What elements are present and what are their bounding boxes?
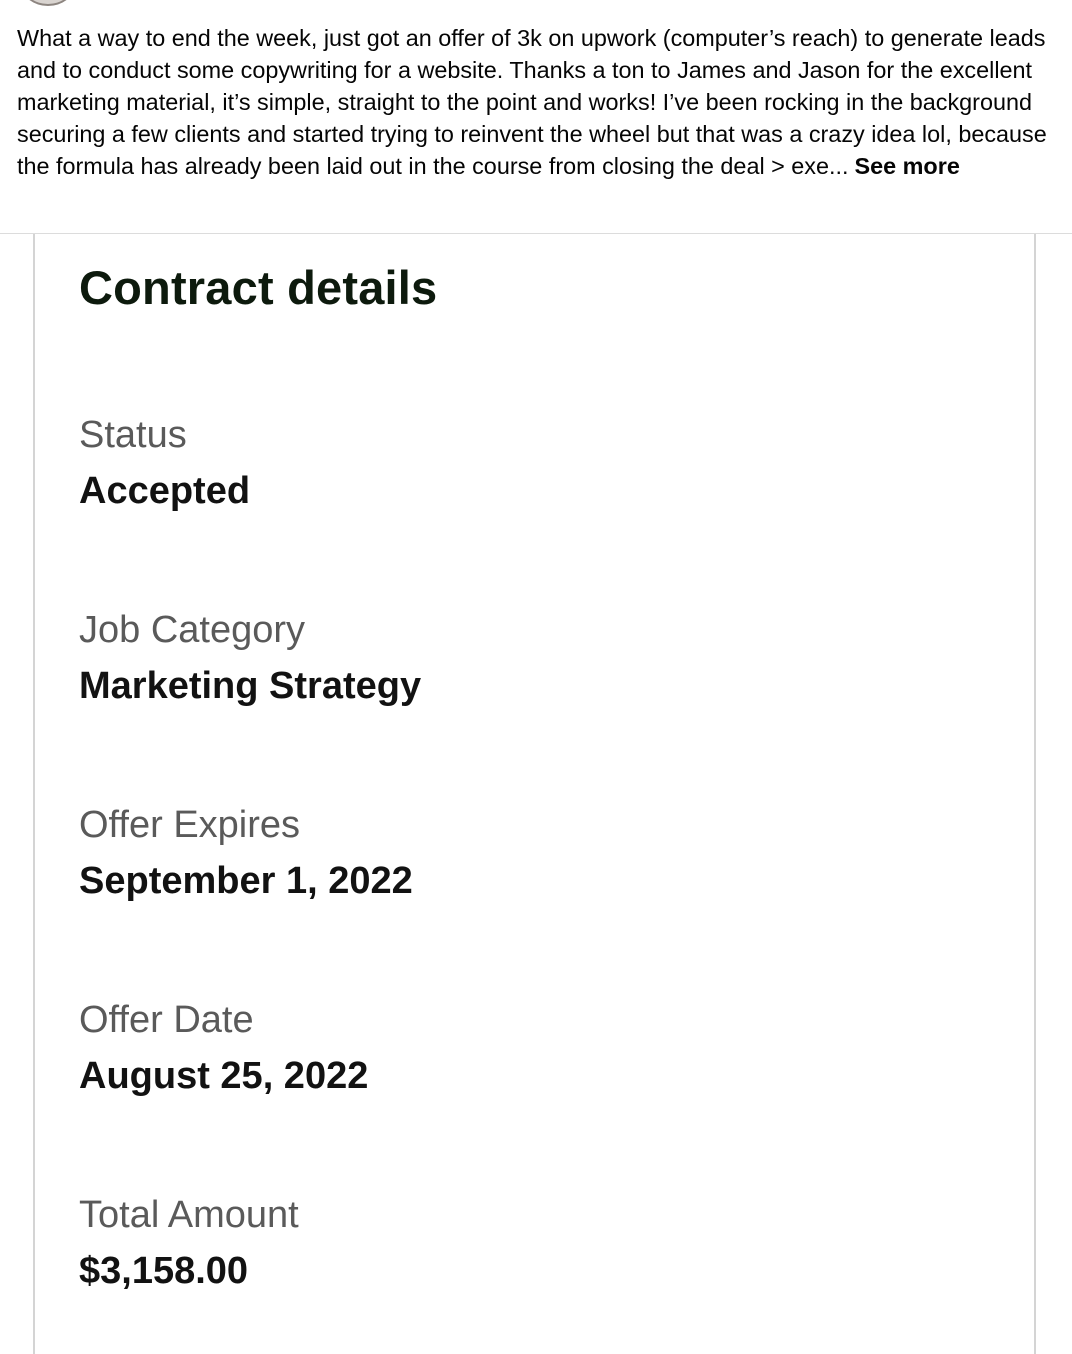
offer-expires-label: Offer Expires (79, 804, 301, 846)
status-value: Accepted (79, 470, 251, 512)
offer-expires-value: September 1, 2022 (79, 860, 413, 902)
job-category-value: Marketing Strategy (79, 665, 422, 707)
job-category-field: Job Category Marketing Strategy (79, 607, 421, 709)
job-category-label: Job Category (79, 609, 306, 651)
offer-date-label: Offer Date (79, 999, 254, 1041)
total-amount-field: Total Amount $3,158.00 (79, 1192, 299, 1294)
contract-screenshot[interactable]: Contract details Status Accepted Job Cat… (33, 234, 1036, 1354)
total-amount-label: Total Amount (79, 1194, 299, 1236)
post-body: What a way to end the week, just got an … (17, 22, 1062, 182)
see-more-link[interactable]: See more (855, 153, 960, 179)
status-label: Status (79, 414, 187, 456)
avatar[interactable] (22, 0, 74, 6)
total-amount-value: $3,158.00 (79, 1250, 249, 1292)
offer-expires-field: Offer Expires September 1, 2022 (79, 802, 413, 904)
offer-date-value: August 25, 2022 (79, 1055, 369, 1097)
contract-details-title: Contract details (79, 261, 438, 314)
offer-date-field: Offer Date August 25, 2022 (79, 997, 368, 1099)
status-field: Status Accepted (79, 412, 250, 514)
